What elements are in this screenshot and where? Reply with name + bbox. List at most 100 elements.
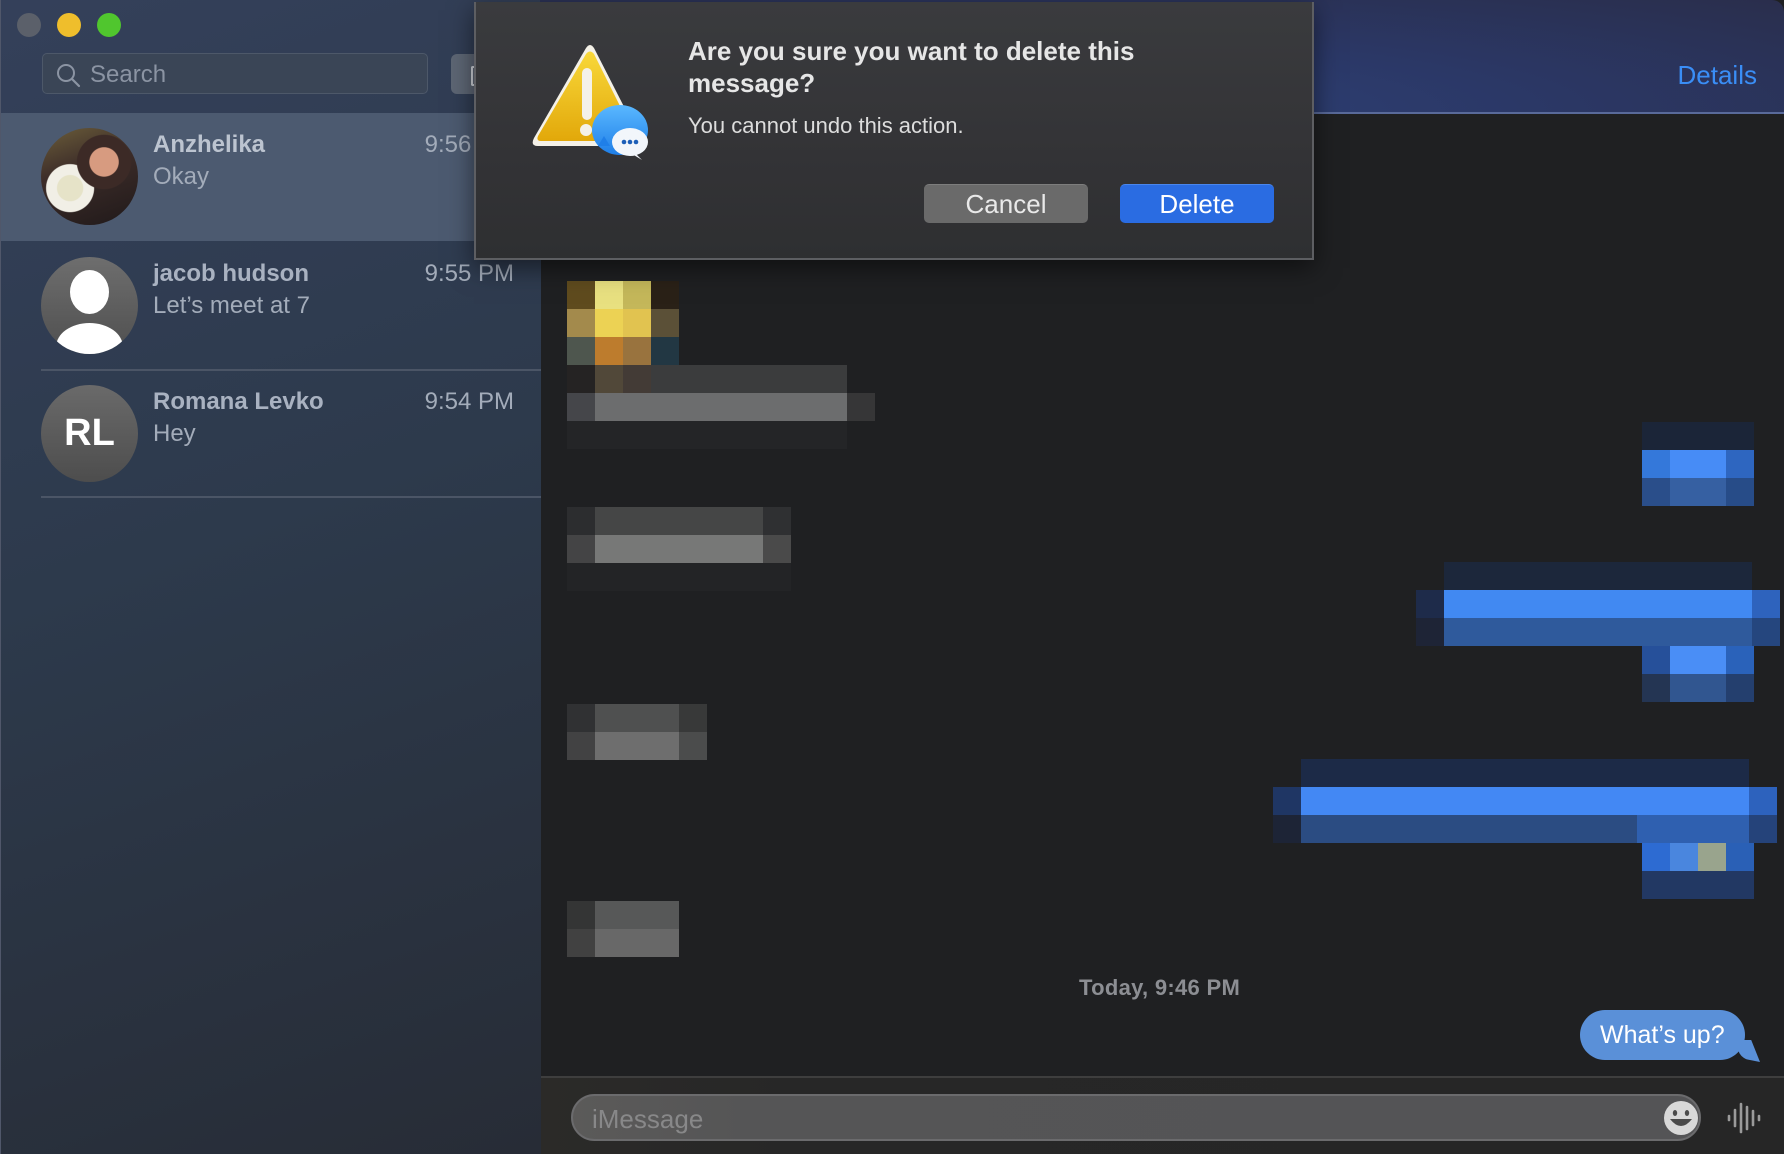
pixelated-block	[1642, 646, 1670, 674]
pixelated-block	[1670, 843, 1698, 871]
dialog-message: You cannot undo this action.	[688, 113, 964, 138]
pixelated-block	[1444, 590, 1752, 618]
pixelated-block	[1642, 422, 1754, 450]
pixelated-block	[623, 337, 651, 365]
contact-name: Anzhelika	[153, 131, 266, 158]
pixelated-block	[1752, 590, 1780, 618]
person-icon-body	[56, 323, 123, 354]
maximize-window-button[interactable]	[97, 13, 121, 37]
pixelated-block	[1749, 787, 1777, 815]
pixelated-block	[1642, 871, 1754, 899]
pixelated-block	[567, 309, 595, 337]
pixelated-block	[567, 563, 791, 591]
audio-waveform-icon[interactable]	[1726, 1100, 1762, 1136]
pixelated-block	[1444, 562, 1752, 590]
pixelated-block	[1670, 674, 1726, 702]
pixelated-block	[1670, 450, 1726, 478]
pixelated-block	[567, 337, 595, 365]
pixelated-block	[595, 365, 623, 393]
message-time: 9:54 PM	[424, 388, 514, 415]
pixelated-block	[567, 901, 595, 929]
imessage-input[interactable]: iMessage	[571, 1094, 1701, 1141]
pixelated-block	[679, 704, 707, 732]
pixelated-block	[623, 281, 651, 309]
conversation-item[interactable]: jacob hudson Let’s meet at 7 9:55 PM	[1, 242, 539, 370]
pixelated-block	[595, 704, 679, 732]
avatar: RL	[41, 385, 138, 482]
pixelated-block	[651, 309, 679, 337]
conversation-item[interactable]: RL Romana Levko Hey 9:54 PM	[1, 370, 539, 498]
pixelated-block	[1637, 815, 1749, 843]
conversation-item[interactable]: Anzhelika Okay 9:56 PM	[1, 113, 539, 241]
message-preview: Hey	[153, 420, 196, 447]
pixelated-block	[567, 507, 595, 535]
pixelated-block	[595, 337, 623, 365]
pixelated-block	[567, 421, 847, 449]
pixelated-block	[1416, 618, 1444, 646]
pixelated-block	[1416, 590, 1444, 618]
minimize-window-button[interactable]	[57, 13, 81, 37]
pixelated-block	[763, 507, 791, 535]
contact-name: Romana Levko	[153, 388, 324, 415]
pixelated-block	[567, 393, 595, 421]
search-icon	[57, 64, 81, 88]
pixelated-block	[567, 704, 595, 732]
pixelated-block	[567, 281, 595, 309]
messages-window: Search Anzhelika Okay 9:56 PM jacob huds…	[0, 0, 1784, 1154]
pixelated-block	[623, 309, 651, 337]
pixelated-block	[847, 393, 875, 421]
avatar	[41, 257, 138, 354]
pixelated-block	[1642, 674, 1670, 702]
cancel-button[interactable]: Cancel	[924, 184, 1088, 223]
pixelated-block	[1726, 674, 1754, 702]
pixelated-block	[1642, 478, 1670, 506]
search-placeholder: Search	[90, 61, 167, 88]
pixelated-block	[1749, 815, 1777, 843]
pixelated-block	[651, 337, 679, 365]
avatar	[41, 128, 138, 225]
sidebar: Search Anzhelika Okay 9:56 PM jacob huds…	[0, 0, 543, 1154]
pixelated-block	[1752, 618, 1780, 646]
person-icon	[70, 270, 109, 314]
pixelated-block	[595, 929, 679, 957]
pixelated-block	[1301, 759, 1749, 787]
pixelated-block	[1726, 646, 1754, 674]
pixelated-block	[1301, 787, 1749, 815]
message-preview: Okay	[153, 163, 210, 190]
pixelated-block	[595, 309, 623, 337]
pixelated-block	[595, 535, 763, 563]
pixelated-block	[595, 901, 679, 929]
pixelated-block	[1670, 478, 1726, 506]
message-time: 9:55 PM	[424, 260, 514, 287]
details-button[interactable]: Details	[1678, 60, 1757, 91]
pixelated-block	[763, 535, 791, 563]
search-field[interactable]: Search	[42, 53, 428, 94]
imessage-placeholder: iMessage	[592, 1104, 704, 1134]
delete-button[interactable]: Delete	[1120, 184, 1274, 223]
message-preview: Let’s meet at 7	[153, 292, 310, 319]
close-window-button[interactable]	[17, 13, 41, 37]
pixelated-block	[595, 732, 679, 760]
dialog-title: Are you sure you want to delete this mes…	[688, 36, 1135, 98]
pixelated-block	[623, 365, 651, 393]
pixelated-block	[1273, 787, 1301, 815]
pixelated-block	[1726, 843, 1754, 871]
pixelated-block	[651, 365, 847, 393]
pixelated-block	[595, 393, 847, 421]
message-timestamp: Today, 9:46 PM	[1079, 975, 1241, 1000]
emoji-icon[interactable]	[1662, 1099, 1700, 1137]
divider	[41, 496, 541, 498]
delete-confirmation-dialog: Are you sure you want to delete this mes…	[474, 2, 1314, 260]
pixelated-block	[1642, 450, 1670, 478]
contact-name: jacob hudson	[153, 260, 309, 287]
pixelated-block	[1726, 450, 1754, 478]
warning-icon	[532, 45, 648, 160]
outgoing-message-bubble[interactable]: What’s up?	[1580, 1010, 1745, 1060]
pixelated-block	[1642, 843, 1670, 871]
pixelated-block	[651, 281, 679, 309]
pixelated-block	[567, 365, 595, 393]
pixelated-block	[567, 929, 595, 957]
pixelated-block	[1273, 815, 1301, 843]
pixelated-block	[567, 732, 595, 760]
pixelated-block	[595, 281, 623, 309]
